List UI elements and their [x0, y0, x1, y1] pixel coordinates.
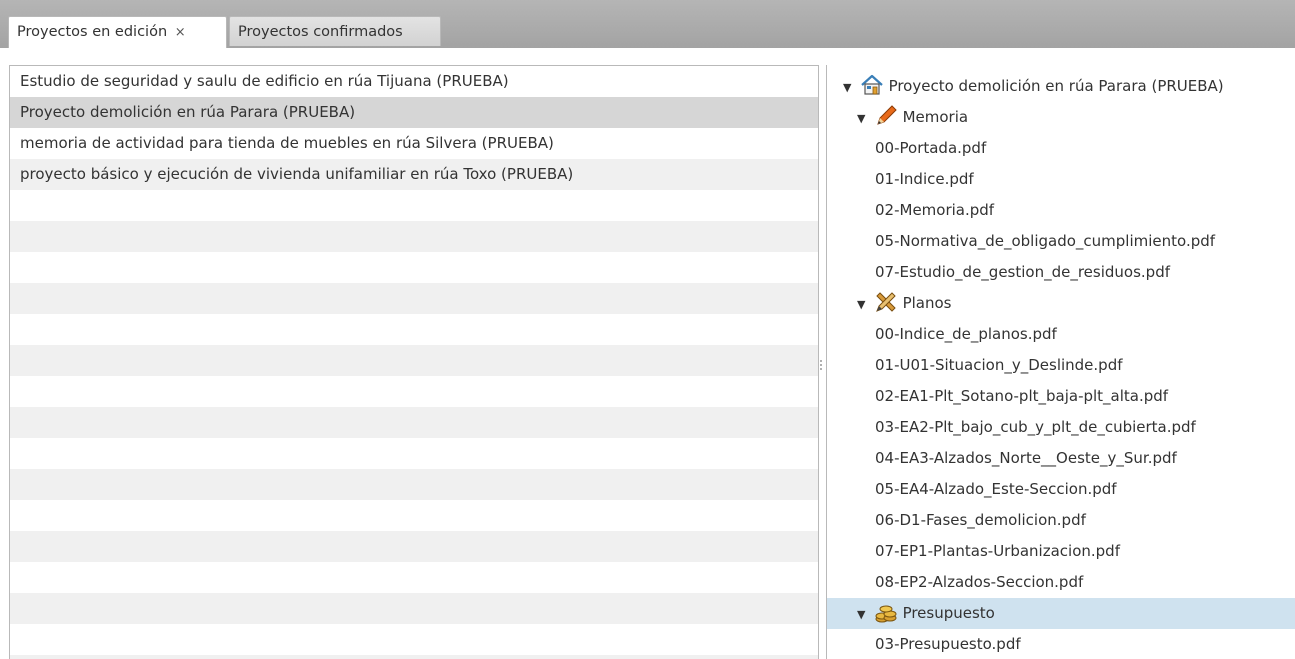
tree-node-memoria[interactable]: ▼ Memoria	[827, 102, 1295, 133]
tree-node-root[interactable]: ▼ Proyecto demolición en rúa Parara (PRU…	[827, 71, 1295, 102]
tree-node-label: Memoria	[902, 108, 969, 126]
expand-arrow-icon[interactable]: ▼	[857, 599, 869, 630]
tree-node-presupuesto[interactable]: ▼ Presupuesto	[827, 598, 1295, 629]
tree-file-item[interactable]: 07-EP1-Plantas-Urbanizacion.pdf	[827, 536, 1295, 567]
pencil-icon	[874, 104, 898, 128]
tree-file-item[interactable]: 06-D1-Fases_demolicion.pdf	[827, 505, 1295, 536]
tree-file-item[interactable]: 08-EP2-Alzados-Seccion.pdf	[827, 567, 1295, 598]
tree-file-item[interactable]: 07-Estudio_de_gestion_de_residuos.pdf	[827, 257, 1295, 288]
ruler-pencil-cross-icon	[874, 290, 898, 314]
splitter-handle[interactable]	[820, 360, 823, 374]
tree-node-label: Proyecto demolición en rúa Parara (PRUEB…	[888, 77, 1224, 95]
list-item[interactable]: Proyecto demolición en rúa Parara (PRUEB…	[10, 97, 818, 128]
tree-node-label: Planos	[902, 294, 952, 312]
tree-file-item[interactable]: 05-EA4-Alzado_Este-Seccion.pdf	[827, 474, 1295, 505]
tree-file-item[interactable]: 02-Memoria.pdf	[827, 195, 1295, 226]
tab-label: Proyectos confirmados	[238, 24, 403, 40]
expand-arrow-icon[interactable]: ▼	[857, 289, 869, 320]
tab-proyectos-en-edicion[interactable]: Proyectos en edición ×	[8, 16, 227, 48]
close-icon[interactable]: ×	[175, 25, 186, 40]
tree-file-item[interactable]: 03-Presupuesto.pdf	[827, 629, 1295, 659]
tree-node-label: Presupuesto	[902, 604, 995, 622]
project-tree: ▼ Proyecto demolición en rúa Parara (PRU…	[826, 65, 1295, 659]
project-list: Estudio de seguridad y saulu de edificio…	[9, 65, 819, 659]
house-icon	[860, 73, 884, 97]
tree-file-item[interactable]: 01-U01-Situacion_y_Deslinde.pdf	[827, 350, 1295, 381]
coins-icon	[874, 600, 898, 624]
tree-file-item[interactable]: 02-EA1-Plt_Sotano-plt_baja-plt_alta.pdf	[827, 381, 1295, 412]
tree-node-planos[interactable]: ▼ Planos	[827, 288, 1295, 319]
tree-file-item[interactable]: 00-Indice_de_planos.pdf	[827, 319, 1295, 350]
tab-label: Proyectos en edición	[17, 24, 168, 40]
tree-file-item[interactable]: 04-EA3-Alzados_Norte__Oeste_y_Sur.pdf	[827, 443, 1295, 474]
list-item[interactable]: proyecto básico y ejecución de vivienda …	[10, 159, 818, 190]
list-item[interactable]: Estudio de seguridad y saulu de edificio…	[10, 66, 818, 97]
tab-proyectos-confirmados[interactable]: Proyectos confirmados	[229, 16, 441, 46]
tree-file-item[interactable]: 05-Normativa_de_obligado_cumplimiento.pd…	[827, 226, 1295, 257]
tab-bar: Proyectos en edición × Proyectos confirm…	[0, 0, 1295, 48]
expand-arrow-icon[interactable]: ▼	[857, 103, 869, 134]
list-item[interactable]: memoria de actividad para tienda de mueb…	[10, 128, 818, 159]
tree-file-item[interactable]: 01-Indice.pdf	[827, 164, 1295, 195]
expand-arrow-icon[interactable]: ▼	[843, 72, 855, 103]
tree-file-item[interactable]: 03-EA2-Plt_bajo_cub_y_plt_de_cubierta.pd…	[827, 412, 1295, 443]
tree-file-item[interactable]: 00-Portada.pdf	[827, 133, 1295, 164]
